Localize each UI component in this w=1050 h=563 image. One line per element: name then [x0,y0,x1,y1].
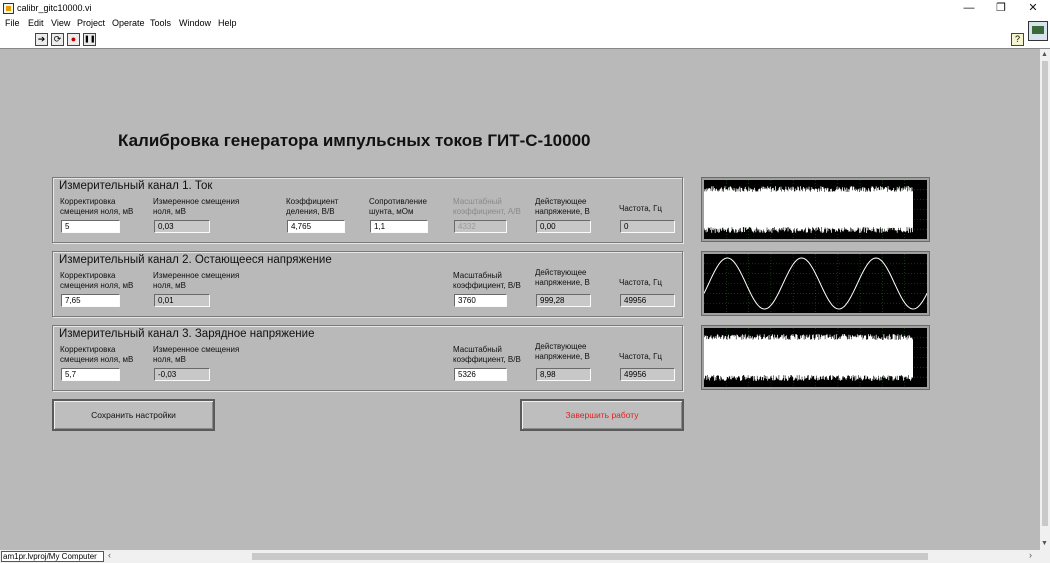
ch1-offset-corr-input[interactable]: 5 [61,220,120,233]
channel-3-waveform-plot [704,328,927,387]
scroll-up-icon[interactable]: ▲ [1041,51,1048,58]
finish-work-button[interactable]: Завершить работу [520,399,684,431]
abort-execution-icon[interactable]: ● [67,33,80,46]
labview-window: calibr_gitc10000.vi — ❐ ✕ File Edit View… [0,0,1050,563]
waveform-envelope [704,342,913,373]
menu-tools[interactable]: Tools [150,18,171,28]
scroll-right-icon[interactable]: › [1029,550,1032,560]
ch1-rms-value: 0,00 [536,220,591,233]
ch2-offset-corr-input[interactable]: 7,65 [61,294,120,307]
menu-operate[interactable]: Operate [112,18,145,28]
ch3-offset-meas-value: -0,03 [154,368,210,381]
vertical-scrollbar[interactable]: ▲ ▼ [1040,49,1050,550]
ch1-offset-meas-label: Измеренное смещения ноля, мВ [153,197,240,216]
window-title: calibr_gitc10000.vi [17,3,92,13]
ch1-scale-value: 4332 [454,220,507,233]
channel-3-waveform-graph [702,326,929,389]
run-continuously-icon[interactable]: ⟳ [51,33,64,46]
ch1-divider-label: Коэффициент деления, В/В [286,197,339,216]
labview-app-icon [3,3,14,14]
ch3-scale-label: Масштабный коэффициент, В/В [453,345,521,364]
channel-1-waveform-plot [704,180,927,239]
ch1-shunt-label: Сопротивление шунта, мОм [369,197,427,216]
title-bar: calibr_gitc10000.vi — ❐ ✕ [0,0,1050,17]
ch2-rms-value: 999,28 [536,294,591,307]
menu-file[interactable]: File [5,18,20,28]
horizontal-scrollbar[interactable]: am1pr.lvproj/My Computer ‹ › [0,550,1050,563]
pause-icon[interactable]: ❚❚ [83,33,96,46]
channel-2-group: Измерительный канал 2. Остающееся напряж… [52,251,683,317]
ch3-freq-value: 49956 [620,368,675,381]
close-button[interactable]: ✕ [1018,0,1048,17]
minimize-button[interactable]: — [954,0,984,17]
ch2-offset-corr-label: Корректировка смещения ноля, мВ [60,271,134,290]
ch3-scale-input[interactable]: 5326 [454,368,507,381]
ch2-freq-label: Частота, Гц [619,278,663,287]
project-path-indicator: am1pr.lvproj/My Computer [1,551,104,562]
menu-bar: File Edit View Project Operate Tools Win… [0,17,1050,31]
run-arrow-icon[interactable]: ➔ [35,33,48,46]
maximize-button[interactable]: ❐ [986,0,1016,17]
ch3-offset-meas-label: Измеренное смещения ноля, мВ [153,345,240,364]
channel-2-waveform-graph [702,252,929,315]
channel-3-group: Измерительный канал 3. Зарядное напряжен… [52,325,683,391]
ch2-scale-label: Масштабный коэффициент, В/В [453,271,521,290]
save-settings-button[interactable]: Сохранить настройки [52,399,215,431]
channel-1-title: Измерительный канал 1. Ток [59,180,213,192]
ch2-offset-meas-value: 0,01 [154,294,210,307]
scroll-down-icon[interactable]: ▼ [1041,540,1048,547]
ch1-rms-label: Действующее напряжение, В [535,197,590,216]
channel-1-group: Измерительный канал 1. Ток Корректировка… [52,177,683,243]
ch2-scale-input[interactable]: 3760 [454,294,507,307]
menu-edit[interactable]: Edit [28,18,44,28]
channel-2-title: Измерительный канал 2. Остающееся напряж… [59,254,332,266]
ch3-freq-label: Частота, Гц [619,352,663,361]
toolbar: ➔ ⟳ ● ❚❚ ? [0,31,1050,49]
ch1-scale-label: Масштабный коэффициент, А/В [453,197,521,216]
ch2-offset-meas-label: Измеренное смещения ноля, мВ [153,271,240,290]
vertical-scroll-thumb[interactable] [1042,61,1048,526]
ch3-offset-corr-input[interactable]: 5,7 [61,368,120,381]
menu-help[interactable]: Help [218,18,237,28]
ch1-offset-corr-label: Корректировка смещения ноля, мВ [60,197,134,216]
ch3-rms-label: Действующее напряжение, В [535,342,590,361]
ch3-offset-corr-label: Корректировка смещения ноля, мВ [60,345,134,364]
ch3-rms-value: 8,98 [536,368,591,381]
ch1-offset-meas-value: 0,03 [154,220,210,233]
ch2-freq-value: 49956 [620,294,675,307]
scroll-left-icon[interactable]: ‹ [108,550,111,560]
channel-1-waveform-graph [702,178,929,241]
page-title: Калибровка генератора импульсных токов Г… [118,131,591,150]
menu-view[interactable]: View [51,18,70,28]
waveform-envelope [704,194,913,225]
menu-window[interactable]: Window [179,18,211,28]
ch1-divider-input[interactable]: 4,765 [287,220,345,233]
ch1-shunt-input[interactable]: 1,1 [370,220,428,233]
horizontal-scroll-thumb[interactable] [252,553,928,560]
vi-connector-icon [1028,21,1048,41]
channel-3-title: Измерительный канал 3. Зарядное напряжен… [59,328,315,340]
ch2-rms-label: Действующее напряжение, В [535,268,590,287]
ch1-freq-label: Частота, Гц [619,204,663,213]
channel-2-waveform-plot [704,254,927,313]
context-help-icon[interactable]: ? [1011,33,1024,46]
ch1-freq-value: 0 [620,220,675,233]
menu-project[interactable]: Project [77,18,105,28]
